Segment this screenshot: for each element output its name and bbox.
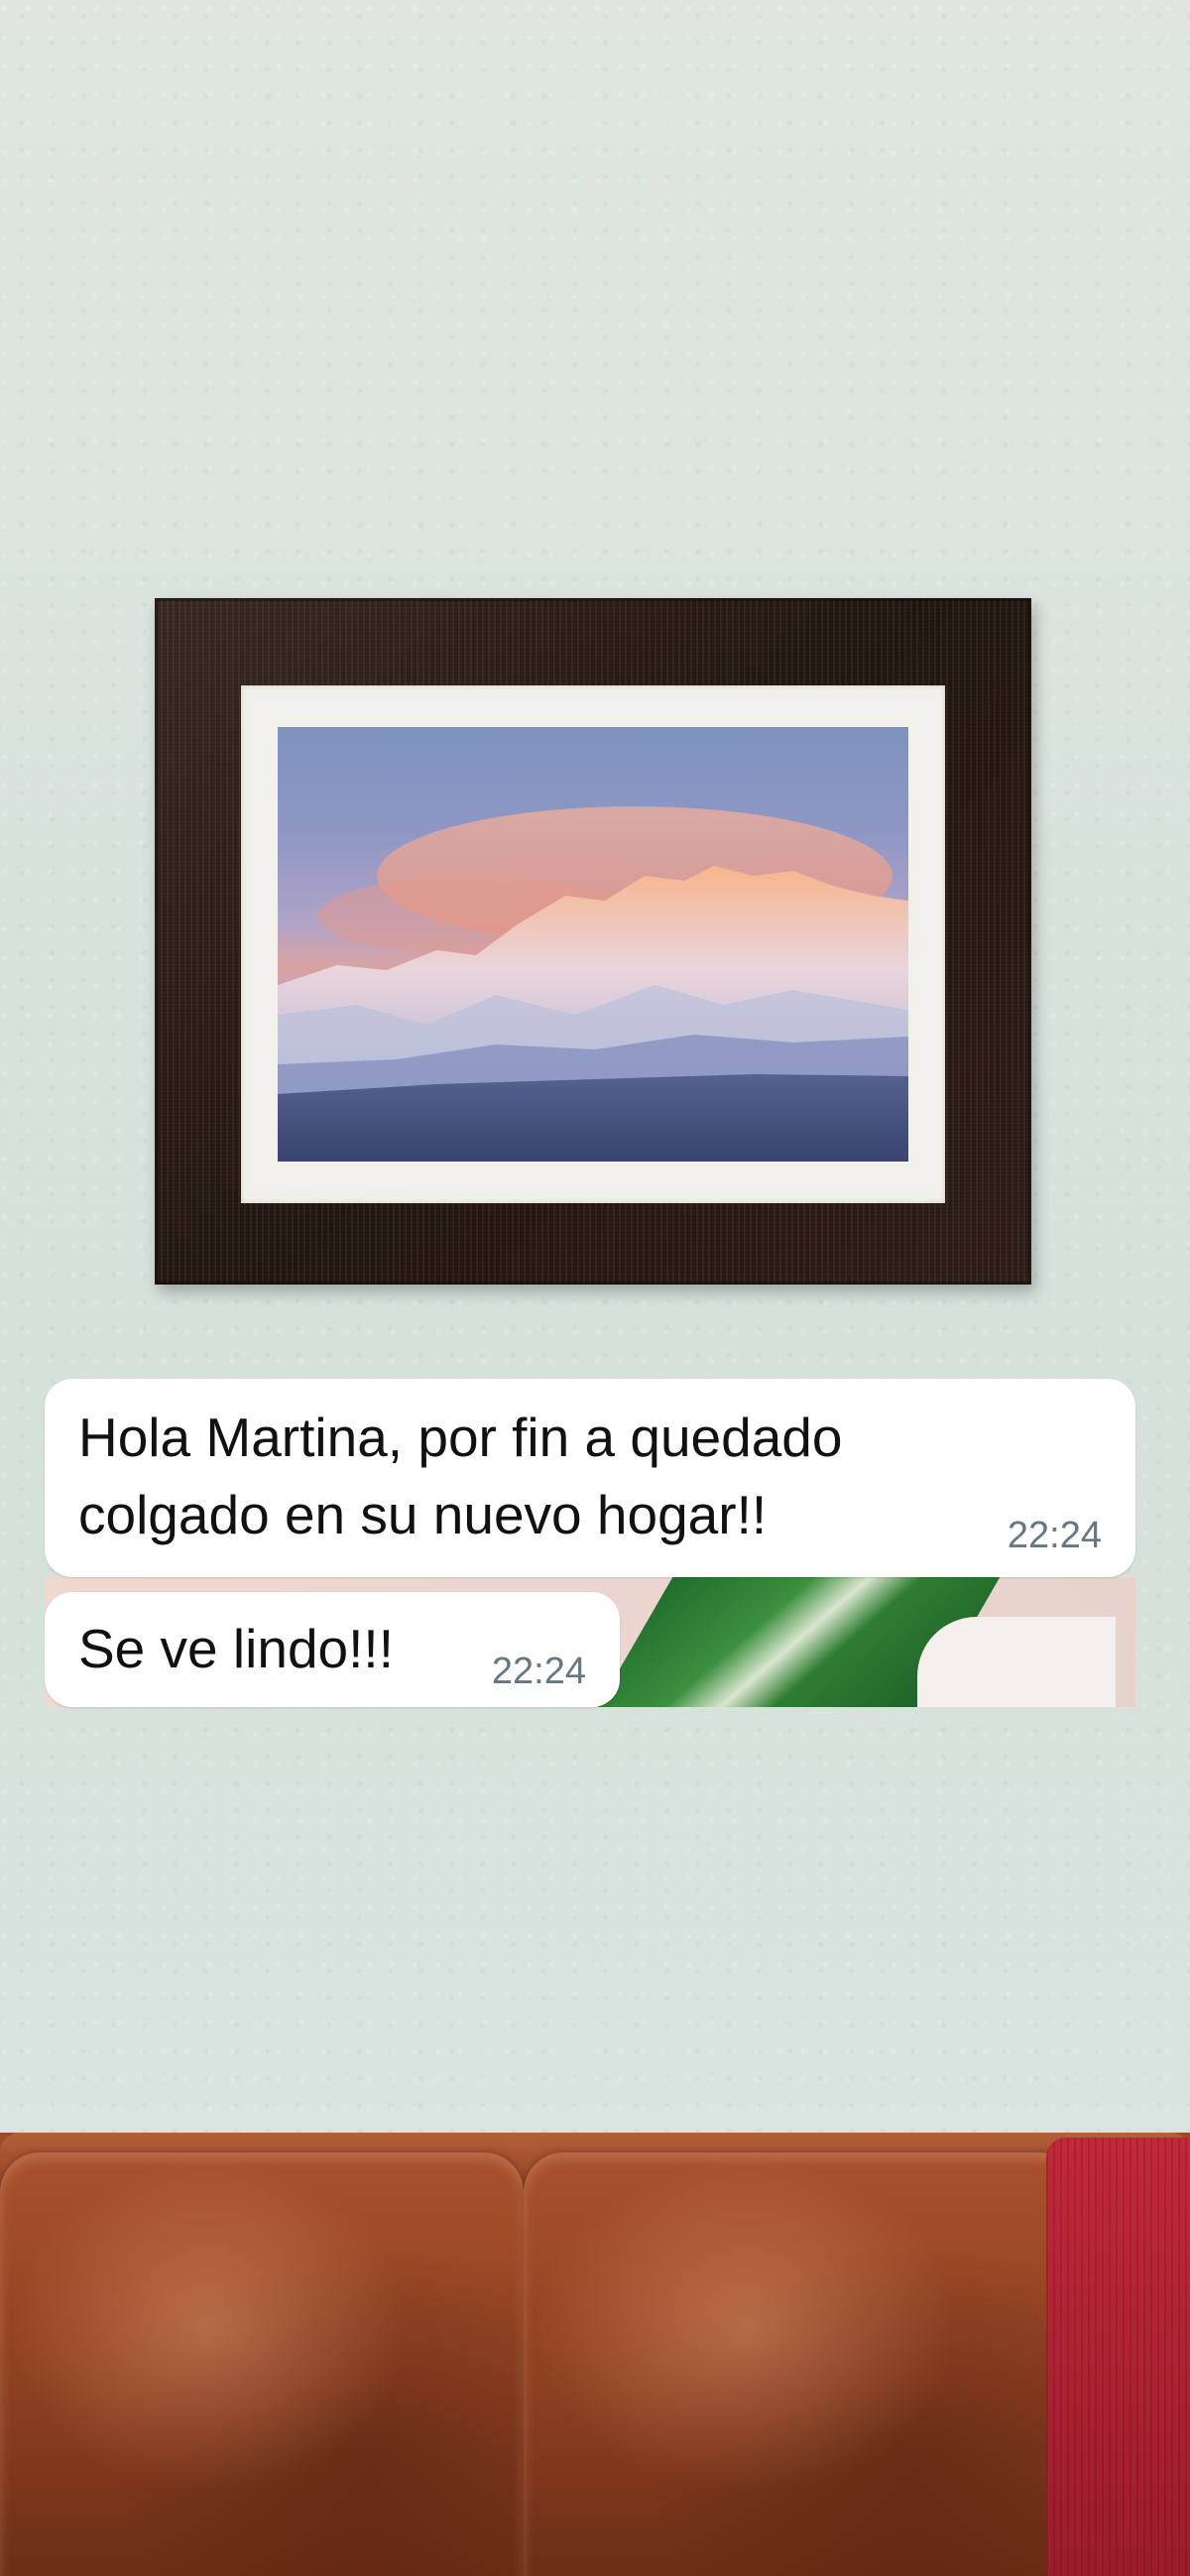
chat-message-bubble[interactable]: Se ve lindo!!! 22:24 [45, 1592, 620, 1707]
preview-light-area [917, 1617, 1116, 1707]
message-time: 22:24 [491, 1651, 586, 1692]
mountain-illustration [278, 806, 908, 1162]
red-blanket [1046, 2138, 1190, 2576]
message-time: 22:24 [1007, 1515, 1102, 1556]
picture-frame [155, 598, 1031, 1285]
sofa-cushion-right [524, 2152, 1079, 2576]
sofa-cushion-left [0, 2152, 524, 2576]
message-text: Hola Martina, por fin a quedado colgado … [78, 1407, 843, 1545]
mountain-photo [278, 727, 908, 1162]
picture-mat [241, 685, 945, 1203]
chat-message-bubble[interactable]: Hola Martina, por fin a quedado colgado … [45, 1379, 1135, 1577]
